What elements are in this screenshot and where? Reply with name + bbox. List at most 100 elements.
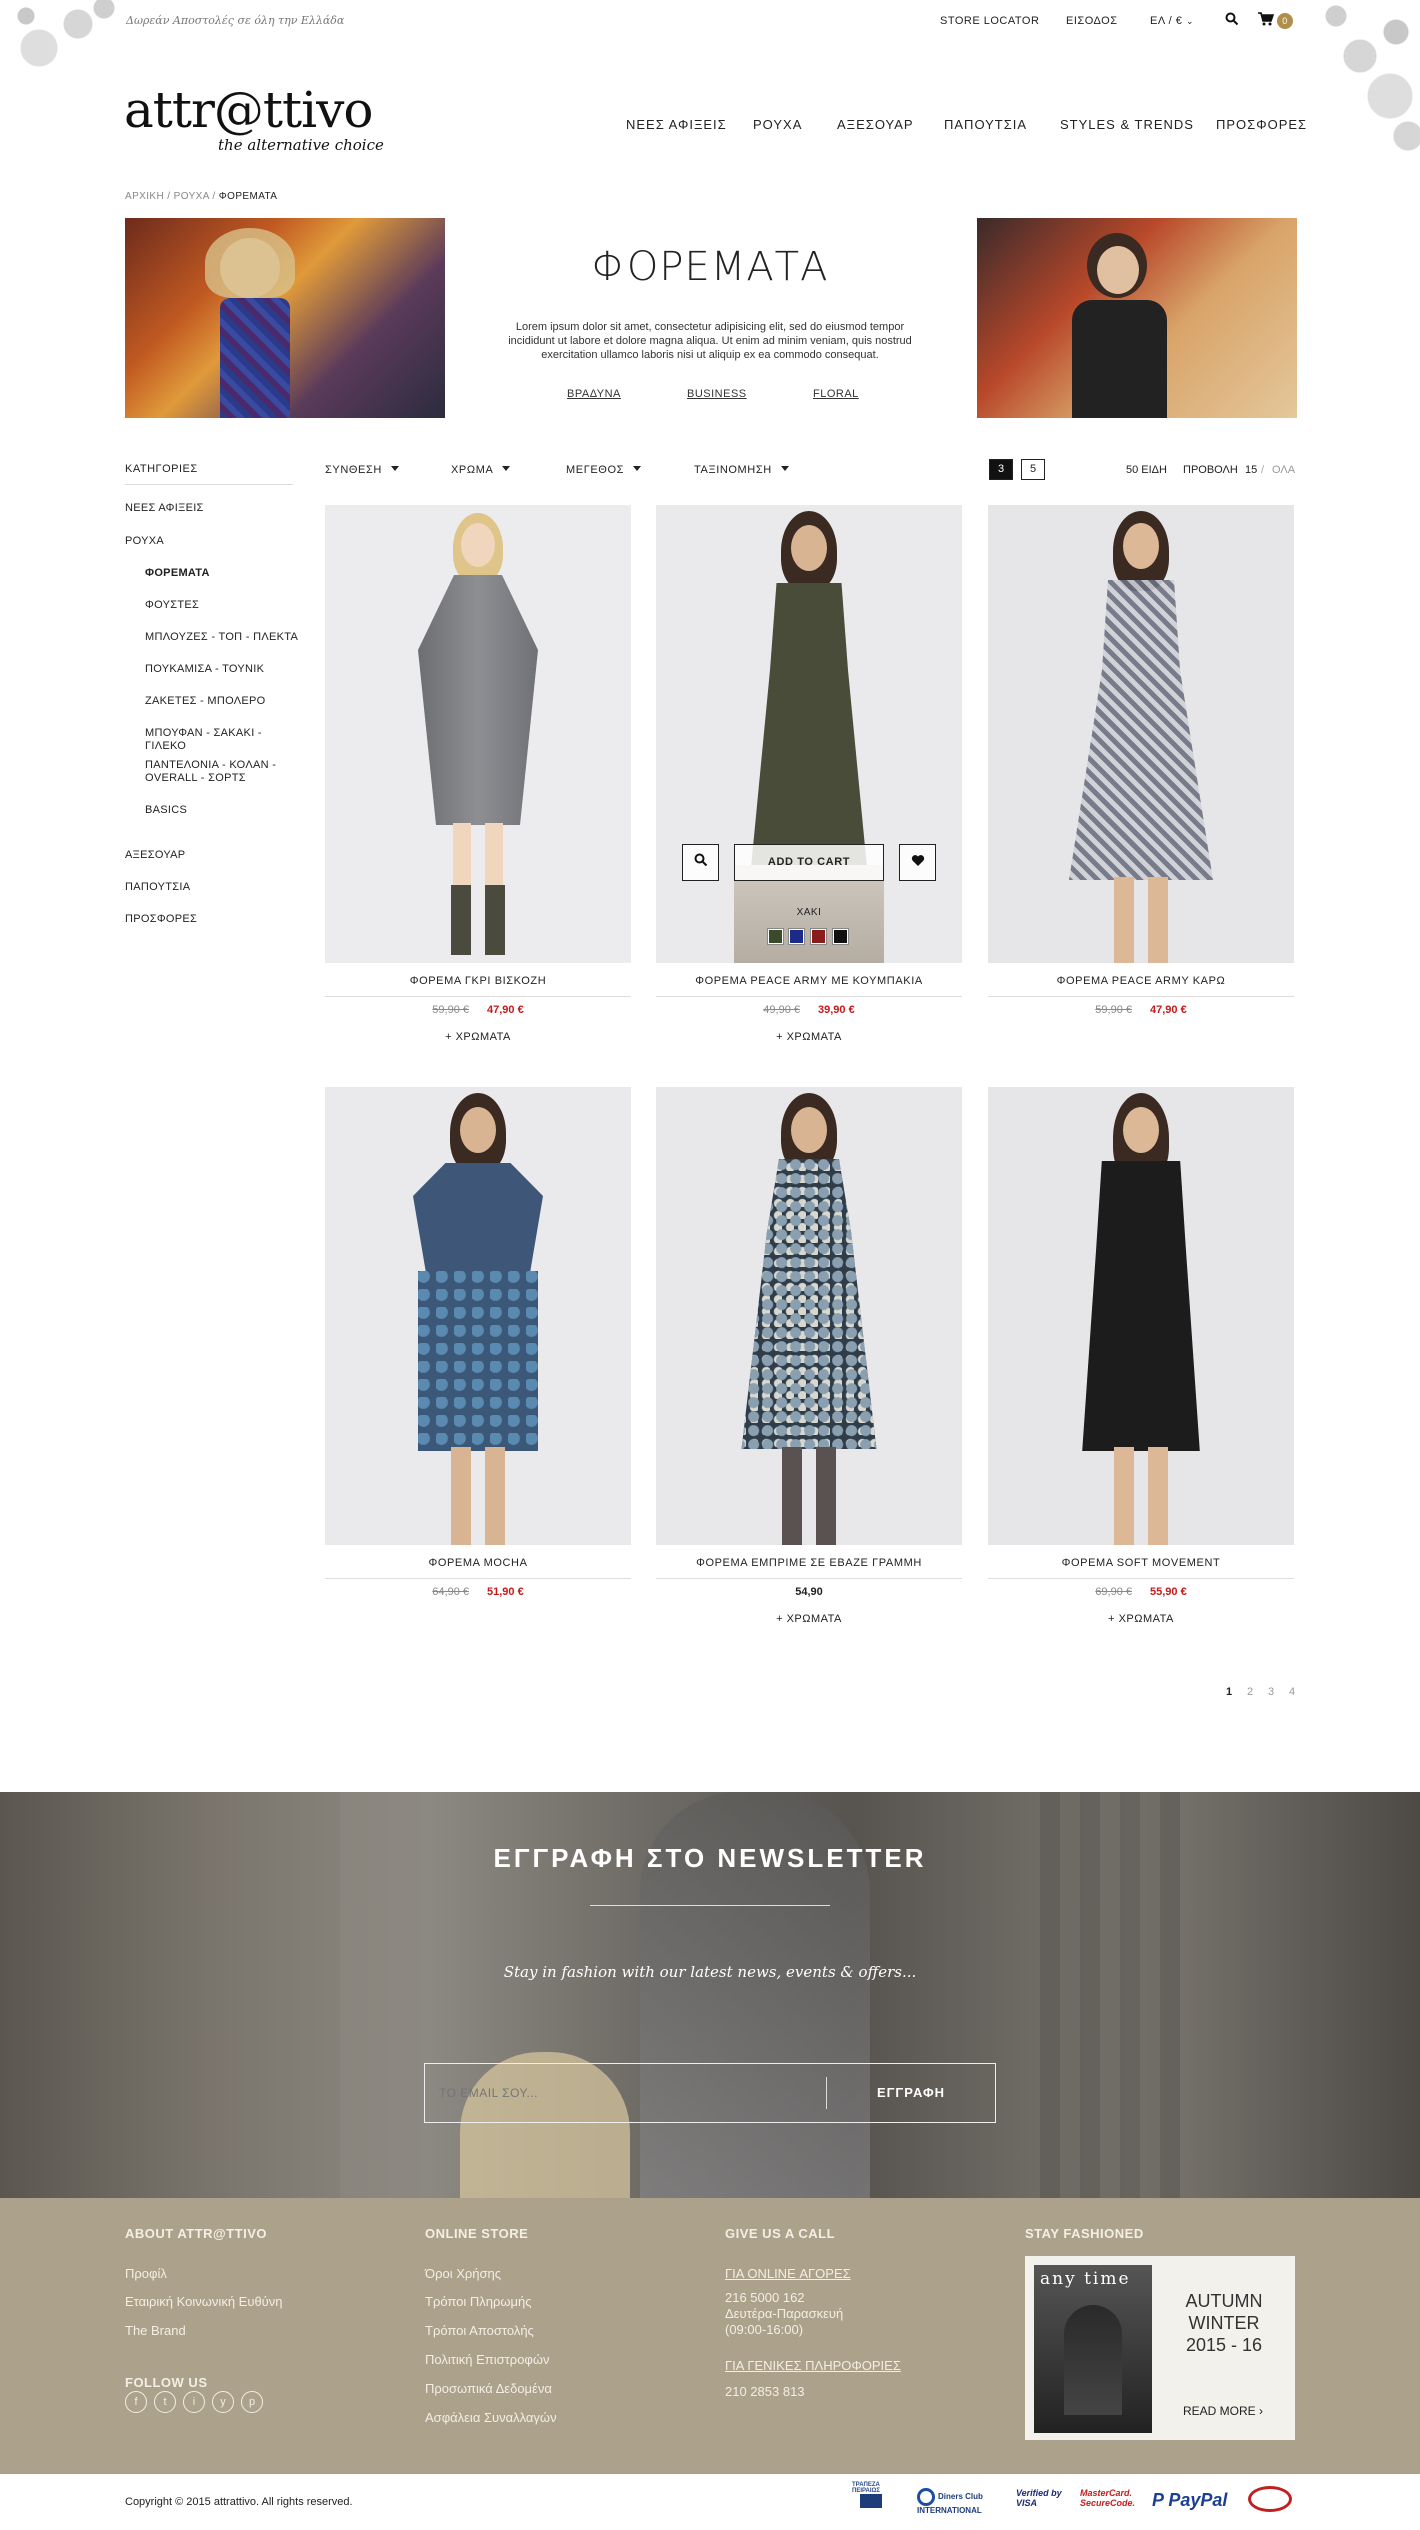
product-price: 49,90 € 39,90 € [656, 1004, 962, 1016]
catalog-cover-image: any time [1034, 2265, 1152, 2433]
product-old-price: 64,90 € [432, 1586, 469, 1598]
search-icon[interactable] [1225, 12, 1239, 29]
color-swatch-red[interactable] [810, 928, 827, 945]
product-more-colors[interactable]: + ΧΡΩΜΑΤΑ [988, 1613, 1294, 1625]
product-image[interactable] [988, 1087, 1294, 1545]
catalog-read-more[interactable]: READ MORE › [1183, 2404, 1263, 2418]
product-sale-price: 39,90 € [818, 1004, 855, 1016]
footer-link-privacy[interactable]: Προσωπικά Δεδομένα [425, 2381, 552, 2396]
selected-color-name: ΧΑΚΙ [796, 907, 822, 918]
newsletter-subscribe-button[interactable]: ΕΓΓΡΑΦΗ [826, 2063, 996, 2123]
banner-link-business[interactable]: BUSINESS [687, 388, 747, 400]
footer-link-security[interactable]: Ασφάλεια Συναλλαγών [425, 2410, 557, 2425]
filter-color[interactable]: ΧΡΩΜΑ [451, 464, 510, 476]
pinterest-icon[interactable]: p [241, 2391, 263, 2413]
product-image[interactable] [325, 1087, 631, 1545]
filter-composition[interactable]: ΣΥΝΘΕΣΗ [325, 464, 399, 476]
sidebar-item-basics[interactable]: BASICS [145, 804, 305, 817]
sidebar-item-shirts[interactable]: ΠΟΥΚΑΜΙΣΑ - ΤΟΥΝΙΚ [145, 663, 305, 676]
sidebar-item-cardigans[interactable]: ΖΑΚΕΤΕΣ - ΜΠΟΛΕΡΟ [145, 695, 305, 708]
nav-accessories[interactable]: ΑΞΕΣΟΥΑΡ [837, 117, 914, 132]
color-swatch-blue[interactable] [788, 928, 805, 945]
banner-link-floral[interactable]: FLORAL [813, 388, 859, 400]
nav-new-arrivals[interactable]: ΝΕΕΣ ΑΦΙΞΕΙΣ [626, 117, 727, 132]
add-to-cart-button[interactable]: ADD TO CART [734, 844, 884, 881]
youtube-icon[interactable]: y [212, 2391, 234, 2413]
nav-styles-trends[interactable]: STYLES & TRENDS [1060, 117, 1194, 132]
grid-3-columns-button[interactable]: 3 [989, 459, 1013, 480]
login-link[interactable]: ΕΙΣΟΔΟΣ [1066, 15, 1118, 27]
sidebar-item-shoes[interactable]: ΠΑΠΟΥΤΣΙΑ [125, 881, 190, 894]
page-link-4[interactable]: 4 [1289, 1686, 1295, 1698]
instagram-icon[interactable]: i [183, 2391, 205, 2413]
product-name[interactable]: ΦΟΡΕΜΑ SOFT MOVEMENT [988, 1557, 1294, 1579]
sidebar-item-jackets[interactable]: ΜΠΟΥΦΑΝ - ΣΑΚΑΚΙ - ΓΙΛΕΚΟ [145, 727, 305, 753]
product-image[interactable] [988, 505, 1294, 963]
product-image[interactable] [656, 1087, 962, 1545]
product-more-colors[interactable]: + ΧΡΩΜΑΤΑ [656, 1031, 962, 1043]
categories-heading: ΚΑΤΗΓΟΡΙΕΣ [125, 463, 293, 485]
page-link-3[interactable]: 3 [1268, 1686, 1274, 1698]
sidebar-item-dresses[interactable]: ΦΟΡΕΜΑΤΑ [145, 567, 305, 580]
footer-link-shipping[interactable]: Τρόποι Αποστολής [425, 2323, 534, 2338]
quick-view-search-icon[interactable] [682, 844, 719, 881]
footer-link-profile[interactable]: Προφίλ [125, 2266, 167, 2281]
filter-sort[interactable]: ΤΑΞΙΝΟΜΗΣΗ [694, 464, 789, 476]
catalog-season-line-1: AUTUMN [1185, 2291, 1263, 2311]
newsletter-email-input[interactable] [425, 2064, 825, 2122]
footer-link-brand[interactable]: The Brand [125, 2323, 186, 2338]
product-name[interactable]: ΦΟΡΕΜΑ ΕΜΠΡΙΜΕ ΣΕ ΕΒΑΖΕ ΓΡΑΜΜΗ [656, 1557, 962, 1579]
footer-link-payment[interactable]: Τρόποι Πληρωμής [425, 2294, 532, 2309]
sidebar-item-pants[interactable]: ΠΑΝΤΕΛΟΝΙΑ - ΚΟΛΑΝ - OVERALL - ΣΟΡΤΣ [145, 759, 285, 785]
view-all-option[interactable]: ΟΛΑ [1272, 464, 1295, 476]
footer-general-info-label[interactable]: ΓΙΑ ΓΕΝΙΚΕΣ ΠΛΗΡΟΦΟΡΙΕΣ [725, 2358, 901, 2373]
footer-link-returns[interactable]: Πολιτική Επιστροφών [425, 2352, 550, 2367]
footer-link-csr[interactable]: Εταιρική Κοινωνική Ευθύνη [125, 2294, 283, 2309]
product-name[interactable]: ΦΟΡΕΜΑ PEACE ARMY ΜΕ ΚΟΥΜΠΑΚΙΑ [656, 975, 962, 997]
page-link-2[interactable]: 2 [1247, 1686, 1253, 1698]
breadcrumb-home[interactable]: ΑΡΧΙΚΗ [125, 191, 164, 202]
sidebar-item-blouses[interactable]: ΜΠΛΟΥΖΕΣ - ΤΟΠ - ΠΛΕΚΤΑ [145, 631, 305, 644]
product-more-colors[interactable]: + ΧΡΩΜΑΤΑ [325, 1031, 631, 1043]
logo-tagline: the alternative choice [218, 136, 384, 154]
grid-5-columns-button[interactable]: 5 [1021, 459, 1045, 480]
wishlist-heart-icon[interactable] [899, 844, 936, 881]
newsletter-divider [590, 1905, 830, 1906]
sidebar-item-new-arrivals[interactable]: ΝΕΕΣ ΑΦΙΞΕΙΣ [125, 502, 204, 515]
language-currency-selector[interactable]: ΕΛ / € ⌄ [1150, 15, 1194, 27]
view-15-option[interactable]: 15 [1245, 464, 1257, 476]
sidebar-item-accessories[interactable]: ΑΞΕΣΟΥΑΡ [125, 849, 185, 862]
product-image[interactable] [325, 505, 631, 963]
nav-clothes[interactable]: ΡΟΥΧΑ [753, 117, 802, 132]
sidebar-item-clothes[interactable]: ΡΟΥΧΑ [125, 535, 164, 548]
sidebar-item-offers[interactable]: ΠΡΟΣΦΟΡΕΣ [125, 913, 197, 926]
nav-offers[interactable]: ΠΡΟΣΦΟΡΕΣ [1216, 117, 1307, 132]
color-swatch-black[interactable] [832, 928, 849, 945]
color-swatch-khaki[interactable] [767, 928, 784, 945]
store-locator-link[interactable]: STORE LOCATOR [940, 15, 1039, 27]
category-description: Lorem ipsum dolor sit amet, consectetur … [508, 321, 912, 361]
product-name[interactable]: ΦΟΡΕΜΑ PEACE ARMY ΚΑΡΩ [988, 975, 1294, 997]
nav-shoes[interactable]: ΠΑΠΟΥΤΣΙΑ [944, 117, 1027, 132]
site-logo[interactable]: attr@ttivo [124, 84, 373, 136]
product-name[interactable]: ΦΟΡΕΜΑ MOCHA [325, 1557, 631, 1579]
twitter-icon[interactable]: t [154, 2391, 176, 2413]
cart-icon[interactable] [1258, 12, 1275, 29]
footer-online-hours: (09:00-16:00) [725, 2322, 804, 2337]
cart-count-badge: 0 [1277, 13, 1293, 29]
product-sale-price: 47,90 € [1150, 1004, 1187, 1016]
facebook-icon[interactable]: f [125, 2391, 147, 2413]
product-sale-price: 51,90 € [487, 1586, 524, 1598]
view-label: ΠΡΟΒΟΛΗ [1183, 464, 1238, 476]
product-more-colors[interactable]: + ΧΡΩΜΑΤΑ [656, 1613, 962, 1625]
top-bar: Δωρεάν Αποστολές σε όλη την Ελλάδα STORE… [0, 0, 1420, 160]
page-link-1[interactable]: 1 [1226, 1686, 1232, 1698]
free-shipping-promo: Δωρεάν Αποστολές σε όλη την Ελλάδα [126, 14, 345, 27]
sidebar-item-skirts[interactable]: ΦΟΥΣΤΕΣ [145, 599, 305, 612]
breadcrumb-clothes[interactable]: ΡΟΥΧΑ [174, 191, 210, 202]
footer-online-orders-label[interactable]: ΓΙΑ ONLINE ΑΓΟΡΕΣ [725, 2266, 851, 2281]
banner-link-evening[interactable]: ΒΡΑΔΥΝΑ [567, 388, 621, 400]
footer-link-terms[interactable]: Όροι Χρήσης [425, 2266, 501, 2281]
filter-size[interactable]: ΜΕΓΕΘΟΣ [566, 464, 641, 476]
product-name[interactable]: ΦΟΡΕΜΑ ΓΚΡΙ ΒΙΣΚΟΖΗ [325, 975, 631, 997]
